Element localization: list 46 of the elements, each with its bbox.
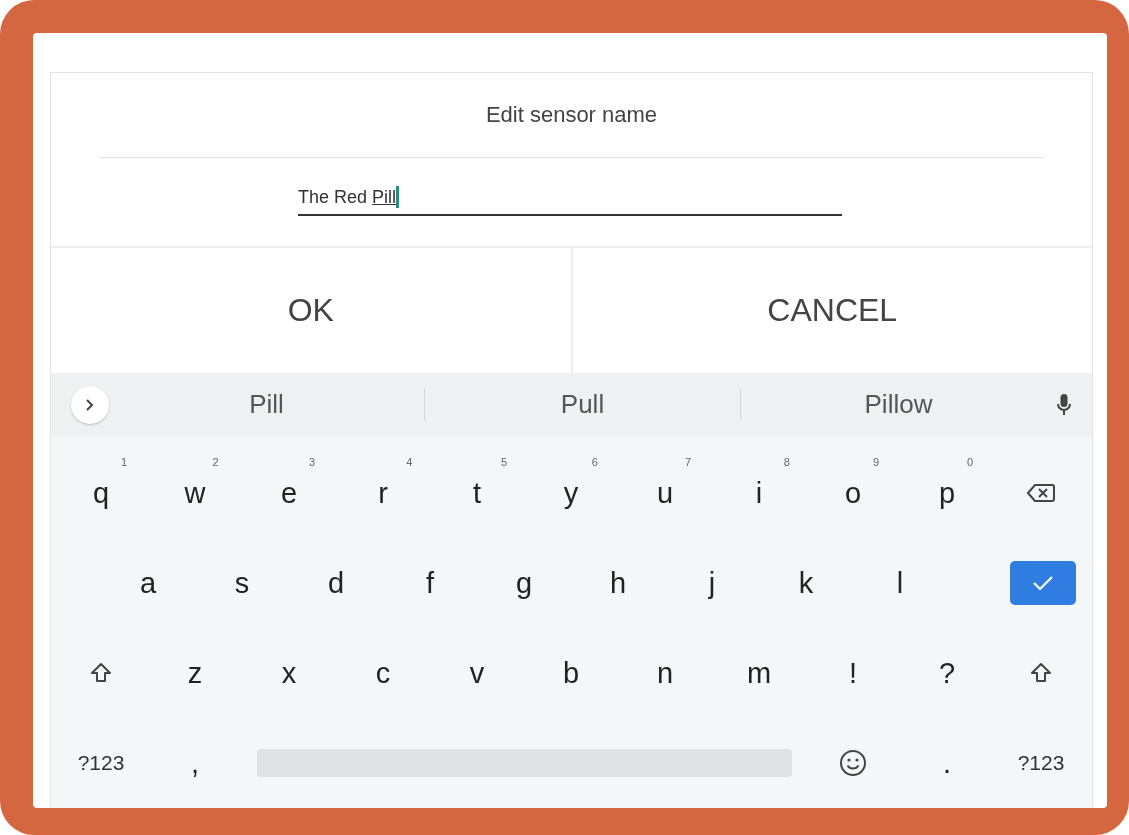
keyboard-key[interactable]: ? — [930, 654, 964, 692]
key-hint: 6 — [591, 456, 598, 468]
keyboard-key[interactable]: ! — [840, 654, 866, 692]
text-cursor — [396, 186, 400, 209]
key-hint: 0 — [966, 456, 974, 468]
done-key[interactable] — [1010, 561, 1076, 605]
keyboard-key[interactable]: h — [601, 564, 635, 602]
keyboard-key[interactable]: k — [790, 564, 822, 602]
shift-icon — [1029, 661, 1053, 685]
keyboard-key[interactable]: b — [554, 654, 588, 692]
keyboard-key[interactable]: j — [700, 564, 724, 602]
dialog-title: Edit sensor name — [484, 101, 659, 130]
symbols-key[interactable]: ?123 — [1011, 750, 1071, 776]
backspace-icon — [1027, 483, 1055, 503]
key-hint: 7 — [684, 456, 692, 468]
suggestion[interactable]: Pill — [109, 389, 424, 421]
key-hint: 1 — [120, 456, 128, 468]
keyboard-key[interactable]: d — [319, 564, 353, 602]
keyboard-key[interactable]: g — [507, 564, 541, 602]
key-hint: 3 — [308, 456, 316, 468]
keyboard-key[interactable]: c — [367, 654, 399, 692]
symbols-key[interactable]: ?123 — [71, 750, 131, 776]
keyboard-key[interactable]: a — [131, 564, 165, 602]
keyboard-key[interactable]: s — [226, 564, 258, 602]
key-hint: 9 — [872, 456, 880, 468]
keyboard-key[interactable]: m — [738, 654, 780, 692]
keyboard-key[interactable]: v — [461, 654, 493, 692]
checkmark-icon — [1032, 575, 1054, 591]
keyboard-key[interactable]: , — [182, 744, 208, 782]
key-hint: 4 — [406, 456, 413, 468]
key-hint: 5 — [500, 456, 508, 468]
keyboard-key[interactable]: l — [888, 564, 912, 602]
suggestion[interactable]: Pillow — [741, 389, 1056, 421]
suggestion[interactable]: Pull — [425, 389, 740, 421]
microphone-icon — [1056, 392, 1072, 417]
keyboard-key[interactable]: n — [648, 654, 682, 692]
chevron-right-icon — [85, 397, 95, 412]
keyboard-key[interactable]: x — [273, 654, 305, 692]
text-field[interactable]: The Red Pill — [298, 180, 842, 217]
smiley-icon — [839, 749, 867, 777]
key-hint: 8 — [783, 456, 790, 468]
keyboard-key[interactable]: f — [417, 564, 443, 602]
shift-icon — [89, 661, 113, 685]
key-hint: 2 — [212, 456, 219, 468]
keyboard-key[interactable]: z — [179, 654, 211, 692]
keyboard-key[interactable]: . — [934, 744, 960, 782]
